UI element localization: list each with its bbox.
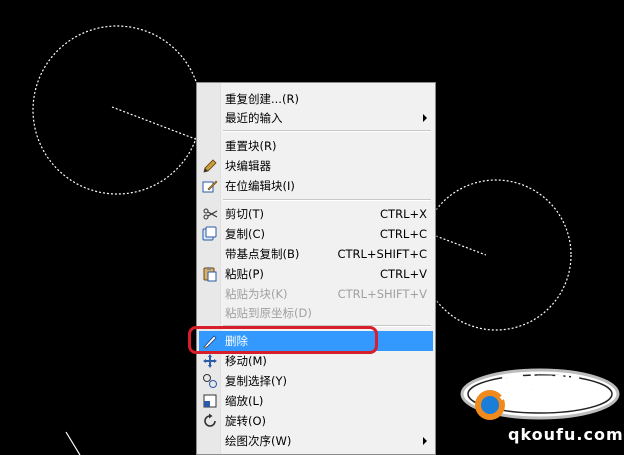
menu-item-block-editor[interactable]: 块编辑器 <box>199 156 433 176</box>
menu-item-shortcut: CTRL+C <box>379 227 427 241</box>
menu-separator <box>223 199 431 201</box>
menu-item-label: 旋转(O) <box>225 414 267 428</box>
menu-item-paste[interactable]: 粘贴(P) CTRL+V <box>199 264 433 284</box>
block-editor-icon <box>202 158 218 174</box>
annotation-highlight-box <box>188 326 378 354</box>
menu-item-move[interactable]: 移动(M) <box>199 351 433 371</box>
menu-item-label: 复制选择(Y) <box>225 374 287 388</box>
selected-circle-left[interactable] <box>32 25 202 195</box>
menu-item-paste-to-original-coords: 粘贴到原坐标(D) <box>199 303 433 323</box>
menu-item-label: 重置块(R) <box>225 139 277 153</box>
menu-item-shortcut: CTRL+SHIFT+V <box>337 287 427 301</box>
watermark-url: qkoufu.com <box>508 425 624 444</box>
menu-item-rotate[interactable]: 旋转(O) <box>199 411 433 431</box>
menu-item-copy-selection[interactable]: 复制选择(Y) <box>199 371 433 391</box>
menu-item-cut[interactable]: 剪切(T) CTRL+X <box>199 204 433 224</box>
paste-icon <box>202 266 218 282</box>
menu-item-label: 粘贴为块(K) <box>225 287 288 301</box>
menu-item-label: 复制(C) <box>225 227 266 241</box>
menu-item-shortcut: CTRL+V <box>380 267 427 281</box>
menu-item-label: 移动(M) <box>225 354 267 368</box>
menu-separator <box>223 130 431 132</box>
menu-item-edit-in-place[interactable]: 在位编辑块(I) <box>199 176 433 196</box>
edit-in-place-icon <box>202 178 218 194</box>
submenu-arrow-icon <box>423 114 427 122</box>
menu-item-shortcut: CTRL+SHIFT+C <box>337 247 427 261</box>
menu-item-label: 在位编辑块(I) <box>225 179 295 193</box>
selected-circle-right[interactable] <box>420 179 572 331</box>
menu-item-label: 绘图次序(W) <box>225 434 292 448</box>
menu-item-repeat-create[interactable]: 重复创建...(R) <box>199 89 433 109</box>
menu-item-reset-block[interactable]: 重置块(R) <box>199 136 433 156</box>
menu-item-copy-with-base-point[interactable]: 带基点复制(B) CTRL+SHIFT+C <box>199 244 433 264</box>
selected-line-left[interactable] <box>111 106 199 141</box>
menu-item-label: 重复创建...(R) <box>225 92 299 106</box>
menu-item-label: 最近的输入 <box>225 111 283 125</box>
menu-item-copy[interactable]: 复制(C) CTRL+C <box>199 224 433 244</box>
menu-item-draw-order[interactable]: 绘图次序(W) <box>199 431 433 451</box>
menu-item-label: 粘贴(P) <box>225 267 264 281</box>
menu-item-label: 带基点复制(B) <box>225 247 300 261</box>
rotate-icon <box>202 413 218 429</box>
scissors-icon <box>202 206 218 222</box>
menu-item-label: 粘贴到原坐标(D) <box>225 306 312 320</box>
scale-icon <box>202 393 218 409</box>
selected-line-right[interactable] <box>435 235 487 256</box>
copy-select-icon <box>202 373 218 389</box>
menu-item-label: 剪切(T) <box>225 207 264 221</box>
menu-item-label: 缩放(L) <box>225 394 264 408</box>
menu-item-scale[interactable]: 缩放(L) <box>199 391 433 411</box>
menu-item-paste-as-block: 粘贴为块(K) CTRL+SHIFT+V <box>199 284 433 304</box>
drawing-line-bottom[interactable] <box>65 431 81 455</box>
menu-item-recent-input[interactable]: 最近的输入 <box>199 108 433 128</box>
menu-item-label: 块编辑器 <box>225 159 271 173</box>
move-icon <box>202 353 218 369</box>
menu-item-shortcut: CTRL+X <box>380 207 427 221</box>
watermark-title: 爱抠脚 <box>499 374 582 405</box>
context-menu: 重复创建...(R) 最近的输入 重置块(R) 块编辑器 在位编辑块(I) 剪切… <box>196 82 436 455</box>
submenu-arrow-icon <box>423 437 427 445</box>
copy-icon <box>202 226 218 242</box>
